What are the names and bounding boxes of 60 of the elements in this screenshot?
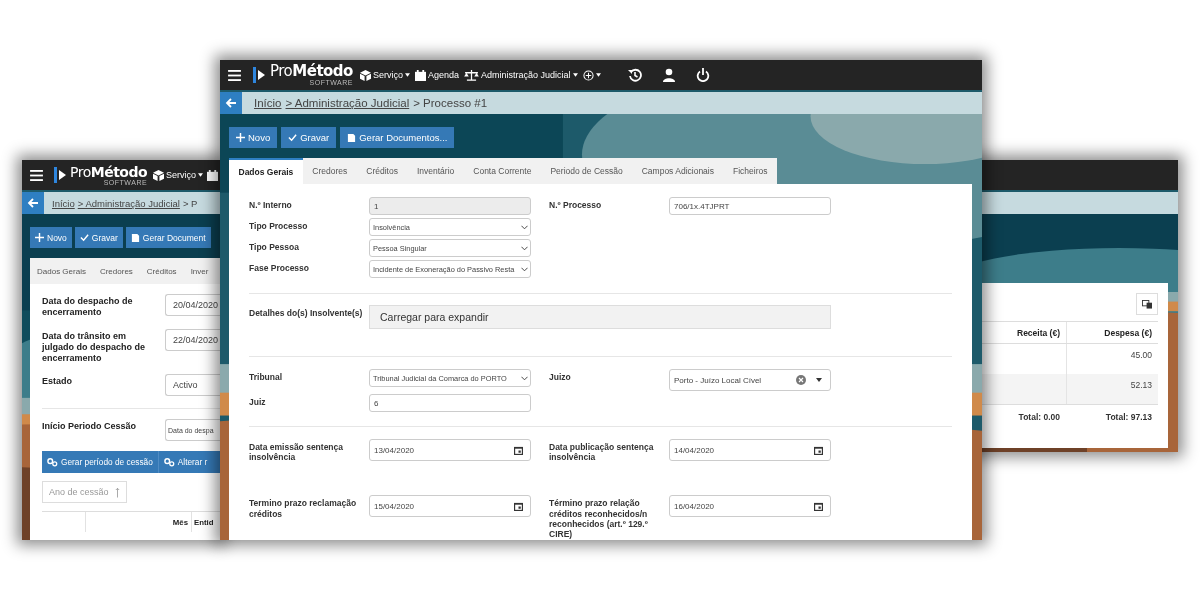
tab[interactable]: Inver	[183, 258, 216, 284]
history-icon[interactable]	[627, 68, 642, 82]
logo-icon	[253, 67, 265, 83]
column-header: Despesa (€)	[1066, 322, 1158, 343]
breadcrumb-current: > Processo #1	[413, 97, 488, 109]
breadcrumb-link[interactable]: > Administração Judicial	[77, 197, 180, 209]
nav-menu-item[interactable]: Serviço	[153, 169, 204, 181]
logo-icon	[54, 167, 66, 183]
field-label: Início Periodo Cessão	[42, 420, 138, 433]
caret-icon	[404, 73, 410, 77]
check-icon	[79, 233, 89, 242]
field-label: Data do despacho de encerramento	[42, 295, 134, 319]
nav-menu-item[interactable]: Serviço	[359, 69, 410, 81]
cube-icon	[153, 169, 165, 181]
table-cell: 52.13	[1066, 374, 1158, 404]
arrow-left-icon	[225, 97, 237, 109]
caret-icon	[595, 73, 601, 77]
action-button[interactable]: Gerar período de cessão	[42, 451, 159, 474]
cube-icon	[359, 69, 371, 81]
user-icon[interactable]	[661, 68, 676, 82]
back-button[interactable]	[220, 92, 242, 114]
power-icon[interactable]	[695, 68, 710, 82]
tab[interactable]: Credores	[92, 258, 140, 284]
plus-icon	[35, 233, 44, 242]
field-label: Estado	[42, 375, 73, 388]
menu-icon[interactable]	[228, 69, 241, 81]
tab[interactable]: Créditos	[139, 258, 184, 284]
arrow-left-icon	[27, 197, 39, 209]
logo-text: ProMétodo	[270, 64, 353, 79]
toolbar-button[interactable]: Novo	[30, 227, 72, 248]
gears-icon	[47, 457, 58, 467]
plus-circle-icon	[582, 69, 594, 81]
back-button[interactable]	[22, 192, 44, 214]
total-cell-text: Total: 0.00	[1017, 411, 1061, 424]
breadcrumb-link[interactable]: Início	[254, 97, 282, 109]
breadcrumb-link[interactable]: > Administração Judicial	[285, 97, 410, 109]
windows-icon	[1141, 299, 1153, 309]
sort-icon	[114, 486, 120, 498]
caret-icon	[572, 73, 578, 77]
nav-menu-item[interactable]	[207, 169, 219, 181]
nav-menu-item[interactable]: Agenda	[414, 69, 459, 81]
action-button[interactable]: Alterar r	[158, 451, 208, 474]
logo-text: ProMétodo	[70, 164, 148, 179]
export-button[interactable]	[1136, 293, 1158, 315]
nav-menu-item[interactable]: Administração Judicial	[463, 69, 578, 81]
calendar-icon	[207, 169, 219, 181]
toolbar-button[interactable]: Gravar	[74, 227, 123, 248]
gears-icon	[163, 457, 175, 467]
calendar-icon	[414, 69, 426, 81]
toolbar-button[interactable]: Gerar Document	[125, 227, 211, 248]
caret-icon	[198, 173, 204, 177]
breadcrumb-link[interactable]: Início	[52, 197, 75, 209]
total-cell-text: Total: 97.13	[1104, 411, 1153, 424]
breadcrumb-current: > P	[182, 197, 198, 209]
menu-icon[interactable]	[30, 169, 43, 181]
scales-icon	[463, 69, 479, 81]
nav-menu-item[interactable]	[582, 69, 601, 81]
document-icon	[130, 233, 140, 242]
field-label: Data do trânsito em julgado do despacho de encerramento	[42, 329, 146, 365]
tab[interactable]: Dados Gerais	[30, 258, 93, 284]
